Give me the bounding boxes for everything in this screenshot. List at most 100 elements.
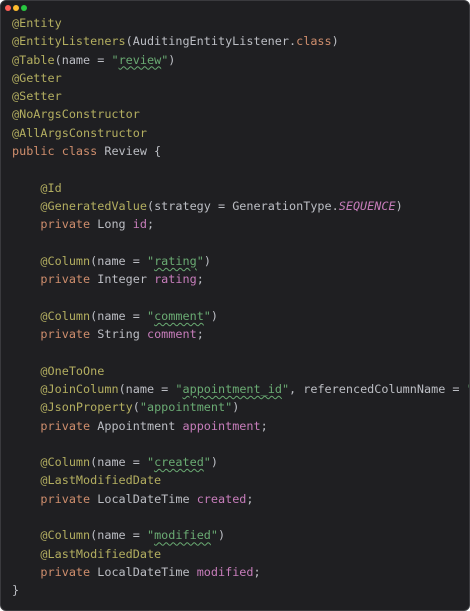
code-token: " xyxy=(203,308,211,323)
code-token: @AllArgsConstructor xyxy=(12,125,147,140)
code-token: ) xyxy=(232,400,240,415)
code-token: " xyxy=(281,381,290,396)
window-controls xyxy=(5,5,27,11)
code-token: } xyxy=(12,583,20,598)
code-token: (strategy = GenerationType. xyxy=(146,198,339,213)
code-line: @LastModifiedDate xyxy=(12,545,469,563)
code-line: @AllArgsConstructor xyxy=(12,124,469,142)
code-token: (name = xyxy=(90,308,147,323)
code-line: @EntityListeners(AuditingEntityListener.… xyxy=(12,32,469,50)
code-token: ; xyxy=(196,327,204,342)
code-token: ; xyxy=(246,491,254,506)
code-line: @Column(name = "modified") xyxy=(12,526,469,544)
code-line: private Integer rating; xyxy=(12,270,469,288)
code-token: , referencedColumnName = xyxy=(289,381,467,396)
code-token: LocalDateTime xyxy=(97,491,197,506)
code-token: ) xyxy=(210,308,219,323)
code-token: LocalDateTime xyxy=(97,564,197,579)
code-token: " xyxy=(146,528,155,543)
code-line: @JsonProperty("appointment") xyxy=(12,398,469,416)
code-line: @NoArgsConstructor xyxy=(12,105,469,123)
close-dot-icon[interactable] xyxy=(5,5,11,11)
code-line: private LocalDateTime modified; xyxy=(12,563,469,581)
code-window: @Entity @EntityListeners(AuditingEntityLi… xyxy=(0,0,470,611)
code-line: @Setter xyxy=(12,87,469,105)
code-token: rating xyxy=(154,272,197,287)
code-token: " xyxy=(175,381,183,396)
code-token: Integer xyxy=(97,272,155,287)
code-line: private LocalDateTime created; xyxy=(12,490,469,508)
code-line: private Long id; xyxy=(12,215,469,233)
code-line: @GeneratedValue(strategy = GenerationTyp… xyxy=(12,197,469,215)
code-token: public class xyxy=(12,144,105,159)
code-token: ; xyxy=(196,272,204,287)
code-line: @Table(name = "review") xyxy=(12,51,469,69)
code-token: " xyxy=(146,308,155,323)
code-line: private String comment; xyxy=(12,325,469,343)
code-token: created xyxy=(196,491,247,506)
code-token: " xyxy=(111,52,119,67)
maximize-dot-icon[interactable] xyxy=(21,5,27,11)
code-token: " xyxy=(146,455,155,470)
code-line: @Column(name = "created") xyxy=(12,453,469,471)
code-token: @NoArgsConstructor xyxy=(12,107,140,122)
code-token: @LastModifiedDate xyxy=(40,473,162,488)
code-token: "appointment" xyxy=(139,400,233,415)
code-token: (name = xyxy=(118,381,176,396)
code-line: @Column(name = "comment") xyxy=(12,307,469,325)
code-token: @Id xyxy=(40,180,62,195)
code-token: (AuditingEntityListener. xyxy=(125,34,297,49)
code-token: created xyxy=(154,455,204,470)
code-token: ( xyxy=(132,400,140,415)
minimize-dot-icon[interactable] xyxy=(13,5,19,11)
code-token: " xyxy=(467,382,469,396)
code-token: @LastModifiedDate xyxy=(40,546,162,561)
code-token: @Column xyxy=(40,253,91,268)
code-token: appointment_id xyxy=(182,381,282,396)
code-line: @Id xyxy=(12,179,469,197)
code-token: appointment xyxy=(182,418,261,433)
code-token: ; xyxy=(260,418,268,433)
code-token: Long xyxy=(97,217,133,232)
code-token: @Table xyxy=(12,52,55,67)
code-token: modified xyxy=(154,528,211,543)
code-token: Review { xyxy=(104,144,162,159)
code-line: } xyxy=(12,581,469,599)
code-token: " xyxy=(210,528,219,543)
code-line: @Column(name = "rating") xyxy=(12,252,469,270)
code-token: private xyxy=(40,491,98,506)
code-line: @OneToOne xyxy=(12,362,469,380)
code-token: @JsonProperty xyxy=(40,400,133,415)
code-line: @Getter xyxy=(12,69,469,87)
code-token: private xyxy=(40,418,98,433)
code-token: ) xyxy=(395,198,403,213)
code-token: rating xyxy=(154,253,197,268)
code-token: " xyxy=(196,253,204,268)
code-token: ) xyxy=(218,528,226,543)
code-token: private xyxy=(40,272,98,287)
code-token: private xyxy=(40,564,98,579)
code-token: (name = xyxy=(90,253,147,268)
code-token: private xyxy=(40,327,98,342)
code-token: comment xyxy=(146,327,197,342)
code-line: public class Review { xyxy=(12,142,469,160)
code-token: Appointment xyxy=(97,418,183,433)
code-line: @JoinColumn(name = "appointment_id", ref… xyxy=(12,380,469,398)
